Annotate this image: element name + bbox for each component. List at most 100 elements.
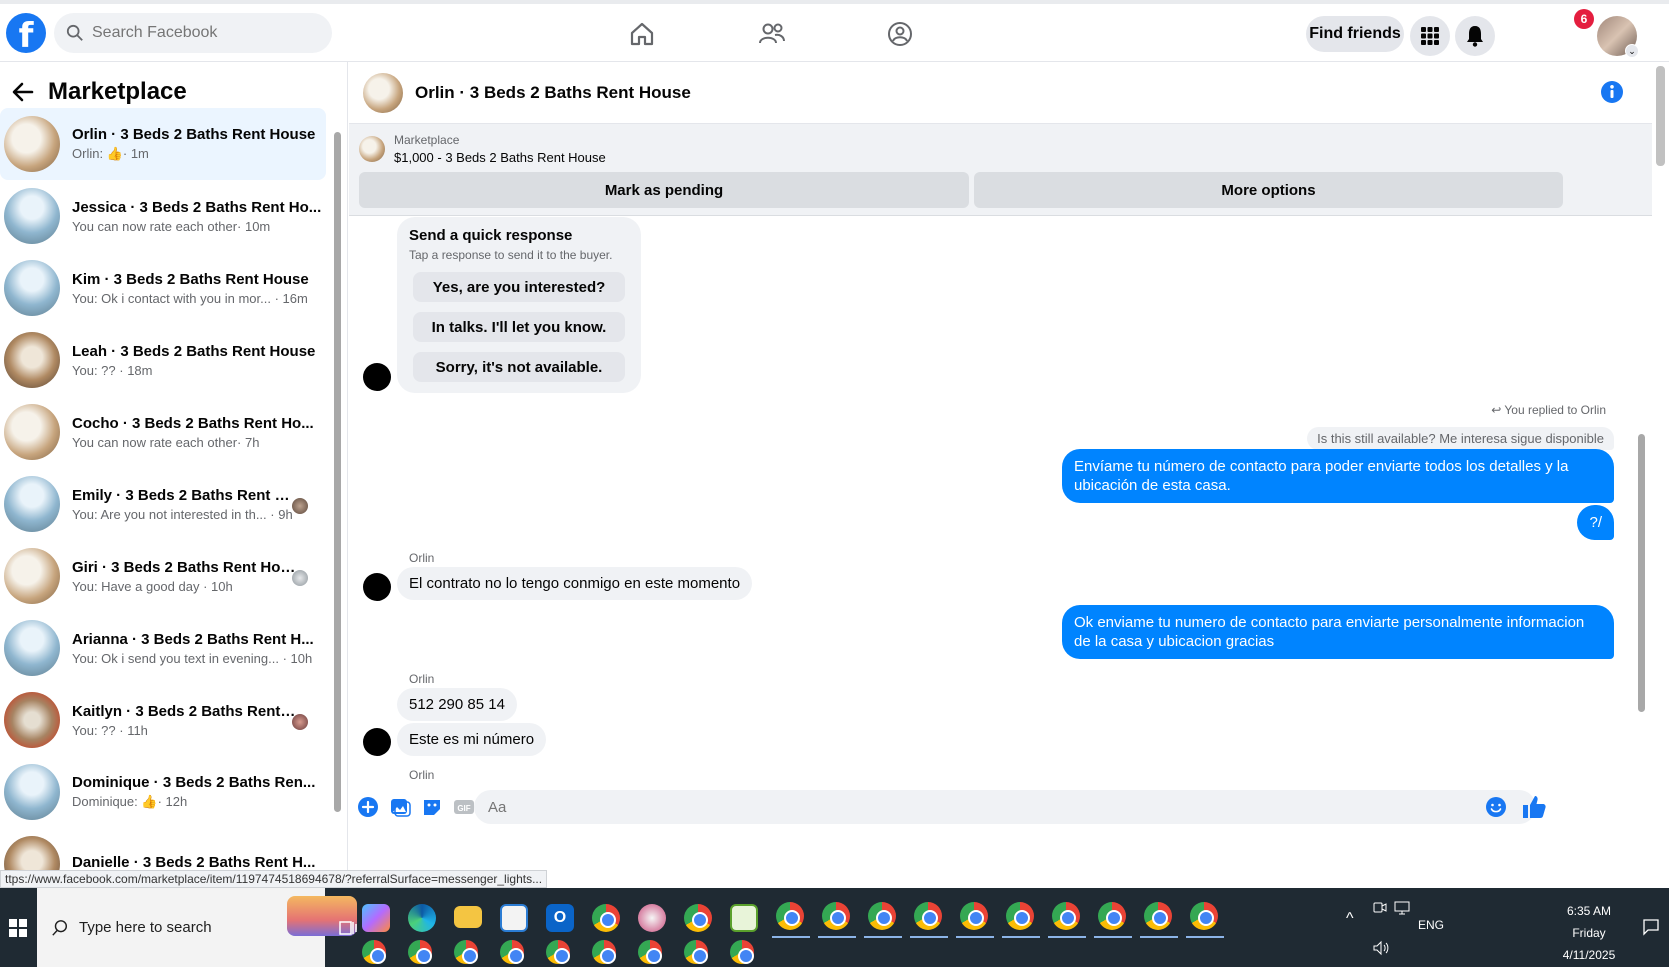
home-icon[interactable]: [628, 20, 656, 48]
file-explorer-icon[interactable]: [454, 906, 482, 928]
system-clock[interactable]: 6:35 AM Friday 4/11/2025: [1544, 900, 1634, 966]
volume-icon[interactable]: [1372, 940, 1390, 956]
outgoing-message[interactable]: Ok enviame tu numero de contacto para en…: [1062, 605, 1614, 659]
outlook-icon[interactable]: O: [546, 904, 574, 932]
chrome-window-icon[interactable]: [1190, 902, 1218, 930]
listing-price[interactable]: $1,000 - 3 Beds 2 Baths Rent House: [394, 150, 606, 165]
sidebar-scrollbar-thumb[interactable]: [334, 132, 341, 812]
chrome-window-icon[interactable]: [776, 902, 804, 930]
chrome-window-icon[interactable]: [868, 902, 896, 930]
network-icon[interactable]: [1394, 900, 1412, 916]
conversation-item[interactable]: Emily · 3 Beds 2 Baths Rent H... You: Ar…: [0, 468, 326, 540]
notifications-button[interactable]: [1455, 16, 1495, 56]
incoming-message[interactable]: 512 290 85 14: [397, 688, 517, 721]
friends-icon[interactable]: [758, 20, 786, 48]
conversation-item[interactable]: Giri · 3 Beds 2 Baths Rent Hou... You: H…: [0, 540, 326, 612]
link-hover-status: ttps://www.facebook.com/marketplace/item…: [0, 870, 548, 888]
back-arrow-icon[interactable]: [10, 79, 36, 105]
chrome-icon[interactable]: [592, 904, 620, 932]
incoming-message[interactable]: El contrato no lo tengo conmigo en este …: [397, 567, 753, 600]
chrome-window-icon[interactable]: [914, 902, 942, 930]
chrome-window-icon[interactable]: [684, 940, 708, 964]
chrome-window-icon[interactable]: [730, 940, 754, 964]
more-options-button[interactable]: More options: [974, 172, 1563, 208]
gif-icon[interactable]: GIF: [453, 796, 475, 818]
conversation-item[interactable]: Kaitlyn · 3 Beds 2 Baths Rent ... You: ?…: [0, 684, 326, 756]
chrome-window-icon[interactable]: [454, 940, 478, 964]
thread-scrollbar-thumb[interactable]: [1638, 434, 1645, 712]
thumbs-up-icon[interactable]: [1521, 794, 1547, 820]
conversation-preview: You: Ok i send you text in evening...: [72, 650, 279, 666]
chevron-down-icon[interactable]: ⌄: [1625, 44, 1639, 58]
notes-icon[interactable]: [730, 904, 758, 932]
chrome-window-icon[interactable]: [546, 940, 570, 964]
listing-thumbnail: [4, 692, 60, 748]
conversation-title[interactable]: Orlin · 3 Beds 2 Baths Rent House: [415, 83, 691, 103]
search-input[interactable]: [92, 24, 312, 42]
chrome-window-icon[interactable]: [960, 902, 988, 930]
sticker-icon[interactable]: [421, 796, 443, 818]
chrome-window-icon[interactable]: [822, 902, 850, 930]
chrome-window-icon[interactable]: [500, 940, 524, 964]
chrome-window-icon[interactable]: [1098, 902, 1126, 930]
listing-thumbnail[interactable]: [359, 136, 385, 162]
thread-scrollbar[interactable]: [1636, 212, 1646, 822]
conversation-item[interactable]: Leah · 3 Beds 2 Baths Rent House You: ??…: [0, 324, 326, 396]
sender-avatar[interactable]: [363, 573, 391, 601]
copilot-icon[interactable]: [362, 904, 390, 932]
search-facebook-box[interactable]: [54, 13, 332, 53]
photo-icon[interactable]: [389, 796, 411, 818]
chrome-window-icon[interactable]: [1052, 902, 1080, 930]
task-view-icon[interactable]: [338, 918, 358, 938]
show-hidden-icons-icon[interactable]: ^: [1346, 910, 1354, 928]
quoted-message[interactable]: Is this still available? Me interesa sig…: [1307, 427, 1614, 450]
conversation-item[interactable]: Dominique · 3 Beds 2 Baths Ren... Domini…: [0, 756, 326, 828]
chrome-window-icon[interactable]: [408, 940, 432, 964]
page-scrollbar-thumb[interactable]: [1656, 66, 1665, 166]
conversation-item[interactable]: Arianna · 3 Beds 2 Baths Rent H... You: …: [0, 612, 326, 684]
page-scrollbar[interactable]: [1652, 62, 1669, 882]
app-icon[interactable]: [638, 904, 666, 932]
outgoing-message[interactable]: Envíame tu número de contacto para poder…: [1062, 449, 1614, 503]
chrome-window-icon[interactable]: [592, 940, 616, 964]
listing-thumbnail[interactable]: [363, 72, 403, 113]
mark-as-pending-button[interactable]: Mark as pending: [359, 172, 969, 208]
sender-avatar[interactable]: [363, 728, 391, 756]
sender-avatar[interactable]: [363, 363, 391, 391]
chrome-window-icon[interactable]: [638, 940, 662, 964]
conversation-item[interactable]: Jessica · 3 Beds 2 Baths Rent Ho... You …: [0, 180, 326, 252]
plus-icon[interactable]: [357, 796, 379, 818]
chrome-window-icon[interactable]: [362, 940, 386, 964]
chrome-profile-icon[interactable]: [684, 904, 712, 932]
facebook-logo-icon[interactable]: f: [6, 13, 46, 53]
read-receipt-avatar: [292, 570, 308, 586]
chrome-window-icon[interactable]: [1006, 902, 1034, 930]
quick-response-option[interactable]: Sorry, it's not available.: [413, 352, 625, 382]
groups-icon[interactable]: [886, 20, 914, 48]
emoji-icon[interactable]: [1485, 796, 1507, 818]
message-input[interactable]: [474, 790, 1536, 824]
incoming-message[interactable]: Este es mi número: [397, 723, 547, 756]
taskbar-search-box[interactable]: Type here to search: [37, 888, 357, 967]
listing-thumbnail: [4, 764, 60, 820]
conversation-item[interactable]: Cocho · 3 Beds 2 Baths Rent Ho... You ca…: [0, 396, 326, 468]
menu-button[interactable]: [1410, 16, 1450, 56]
grid-menu-icon: [1421, 27, 1439, 45]
notification-center-icon[interactable]: [1642, 918, 1660, 936]
find-friends-button[interactable]: Find friends: [1306, 16, 1404, 52]
conversation-preview: You can now rate each other: [72, 218, 238, 234]
chrome-window-icon[interactable]: [1144, 902, 1172, 930]
conversation-item[interactable]: Kim · 3 Beds 2 Baths Rent House You: Ok …: [0, 252, 326, 324]
meet-now-icon[interactable]: [1372, 900, 1388, 916]
start-button[interactable]: [0, 888, 36, 967]
outgoing-message[interactable]: ?/: [1577, 505, 1614, 540]
microsoft-store-icon[interactable]: [500, 904, 528, 932]
notification-count-badge: 6: [1574, 9, 1594, 29]
conversation-item[interactable]: Orlin · 3 Beds 2 Baths Rent House Orlin:…: [0, 108, 326, 180]
quick-response-option[interactable]: In talks. I'll let you know.: [413, 312, 625, 342]
info-icon[interactable]: [1600, 80, 1624, 104]
edge-icon[interactable]: [408, 904, 436, 932]
input-language[interactable]: ENG: [1418, 918, 1444, 932]
quick-response-option[interactable]: Yes, are you interested?: [413, 272, 625, 302]
sidebar-scrollbar[interactable]: [332, 118, 342, 836]
